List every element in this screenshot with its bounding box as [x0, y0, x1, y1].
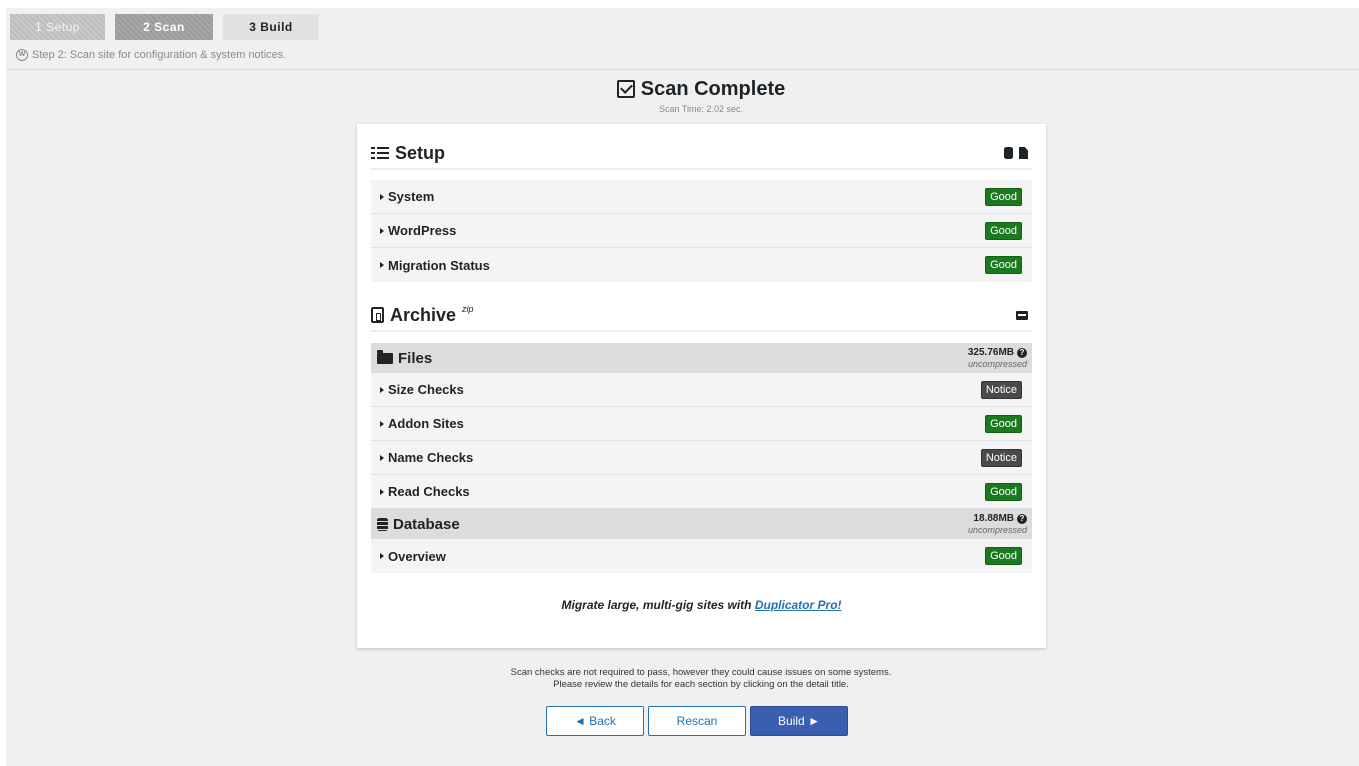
status-badge: Notice [980, 380, 1022, 399]
caret-right-icon [380, 488, 384, 495]
setup-checks: System Good WordPress Good Migration Sta… [371, 180, 1032, 282]
database-size: 18.88MB? uncompressed [967, 512, 1027, 535]
help-text: Scan checks are not required to pass, ho… [6, 667, 1359, 691]
page-title: Scan Complete [6, 78, 1359, 101]
status-badge: Good [985, 256, 1022, 274]
status-badge: Good [985, 414, 1022, 433]
setup-section-header: Setup [371, 138, 1032, 170]
step-3-build: 3 Build [223, 14, 319, 40]
check-name: Overview [388, 548, 446, 564]
divider [6, 69, 1359, 70]
archive-checks: Files 325.76MB? uncompressed Size Checks… [371, 343, 1032, 573]
check-row-read-checks[interactable]: Read Checks Good [371, 475, 1032, 509]
step-1-setup: 1 Setup [10, 14, 105, 40]
archive-title: Archive [390, 304, 457, 325]
check-name: Read Checks [388, 484, 470, 499]
database-icon [377, 517, 388, 531]
caret-right-icon [380, 262, 384, 268]
database-size-note: uncompressed [967, 524, 1027, 535]
database-subheader: Database 18.88MB? uncompressed [371, 509, 1032, 539]
scan-results-panel: Setup System Good WordPress Good Migrati… [357, 124, 1046, 648]
promo-text: Migrate large, multi-gig sites with [561, 598, 755, 612]
database-size-value: 18.88MB [973, 512, 1014, 524]
zip-file-icon [371, 307, 384, 323]
duplicator-pro-link[interactable]: Duplicator Pro! [755, 598, 842, 612]
check-name: Addon Sites [388, 416, 464, 431]
step-description-text: Step 2: Scan site for configuration & sy… [32, 49, 287, 61]
duplicator-page: 1 Setup 2 Scan 3 Build W Step 2: Scan si… [6, 8, 1359, 766]
archive-box-icon[interactable] [1016, 310, 1028, 320]
help-icon[interactable]: ? [1017, 347, 1027, 358]
check-row-overview[interactable]: Overview Good [371, 539, 1032, 573]
caret-right-icon [380, 454, 384, 461]
caret-right-icon [380, 420, 384, 427]
check-row-system[interactable]: System Good [371, 180, 1032, 214]
rescan-button[interactable]: Rescan [648, 706, 746, 736]
step-2-scan: 2 Scan [115, 14, 213, 40]
check-name: WordPress [388, 223, 457, 238]
help-icon[interactable]: ? [1017, 513, 1027, 524]
scan-time: Scan Time: 2.02 sec. [658, 104, 744, 114]
database-icon[interactable] [1004, 147, 1013, 159]
archive-format: zip [462, 304, 474, 314]
archive-section-header: Archive zip [371, 300, 1032, 332]
action-buttons: ◄ Back Rescan Build ► [546, 706, 848, 736]
status-badge: Good [985, 482, 1022, 501]
database-title: Database [393, 515, 460, 533]
step-tabs: 1 Setup 2 Scan 3 Build [10, 14, 319, 40]
check-row-wordpress[interactable]: WordPress Good [371, 214, 1032, 248]
files-size-value: 325.76MB [967, 346, 1014, 358]
step-description: W Step 2: Scan site for configuration & … [16, 49, 286, 61]
wordpress-icon: W [16, 49, 28, 61]
files-size-note: uncompressed [967, 358, 1027, 369]
checkbox-icon [616, 79, 635, 98]
check-row-migration-status[interactable]: Migration Status Good [371, 248, 1032, 282]
check-row-size-checks[interactable]: Size Checks Notice [371, 373, 1032, 407]
folder-open-icon [377, 349, 393, 364]
check-name: Name Checks [388, 450, 474, 465]
caret-right-icon [380, 227, 384, 234]
help-line-2: Please review the details for each secti… [553, 679, 849, 690]
status-badge: Notice [980, 448, 1022, 467]
checklist-icon [371, 146, 389, 160]
check-name: Migration Status [388, 257, 490, 273]
caret-right-icon [380, 386, 384, 393]
check-name: Size Checks [388, 382, 464, 397]
files-subheader: Files 325.76MB? uncompressed [371, 343, 1032, 373]
status-badge: Good [985, 187, 1022, 206]
files-title: Files [398, 349, 433, 367]
check-row-name-checks[interactable]: Name Checks Notice [371, 441, 1032, 475]
setup-title: Setup [395, 142, 446, 163]
caret-right-icon [380, 553, 384, 559]
page-title-text: Scan Complete [640, 78, 786, 100]
check-row-addon-sites[interactable]: Addon Sites Good [371, 407, 1032, 441]
back-button[interactable]: ◄ Back [546, 706, 644, 736]
check-name: System [388, 189, 435, 204]
file-icon[interactable] [1019, 147, 1028, 159]
help-line-1: Scan checks are not required to pass, ho… [510, 667, 892, 678]
caret-right-icon [380, 193, 384, 200]
files-size: 325.76MB? uncompressed [967, 346, 1027, 369]
status-badge: Good [985, 547, 1022, 565]
build-button[interactable]: Build ► [750, 706, 848, 736]
upgrade-promo: Migrate large, multi-gig sites with Dupl… [357, 598, 1046, 612]
status-badge: Good [985, 221, 1022, 240]
